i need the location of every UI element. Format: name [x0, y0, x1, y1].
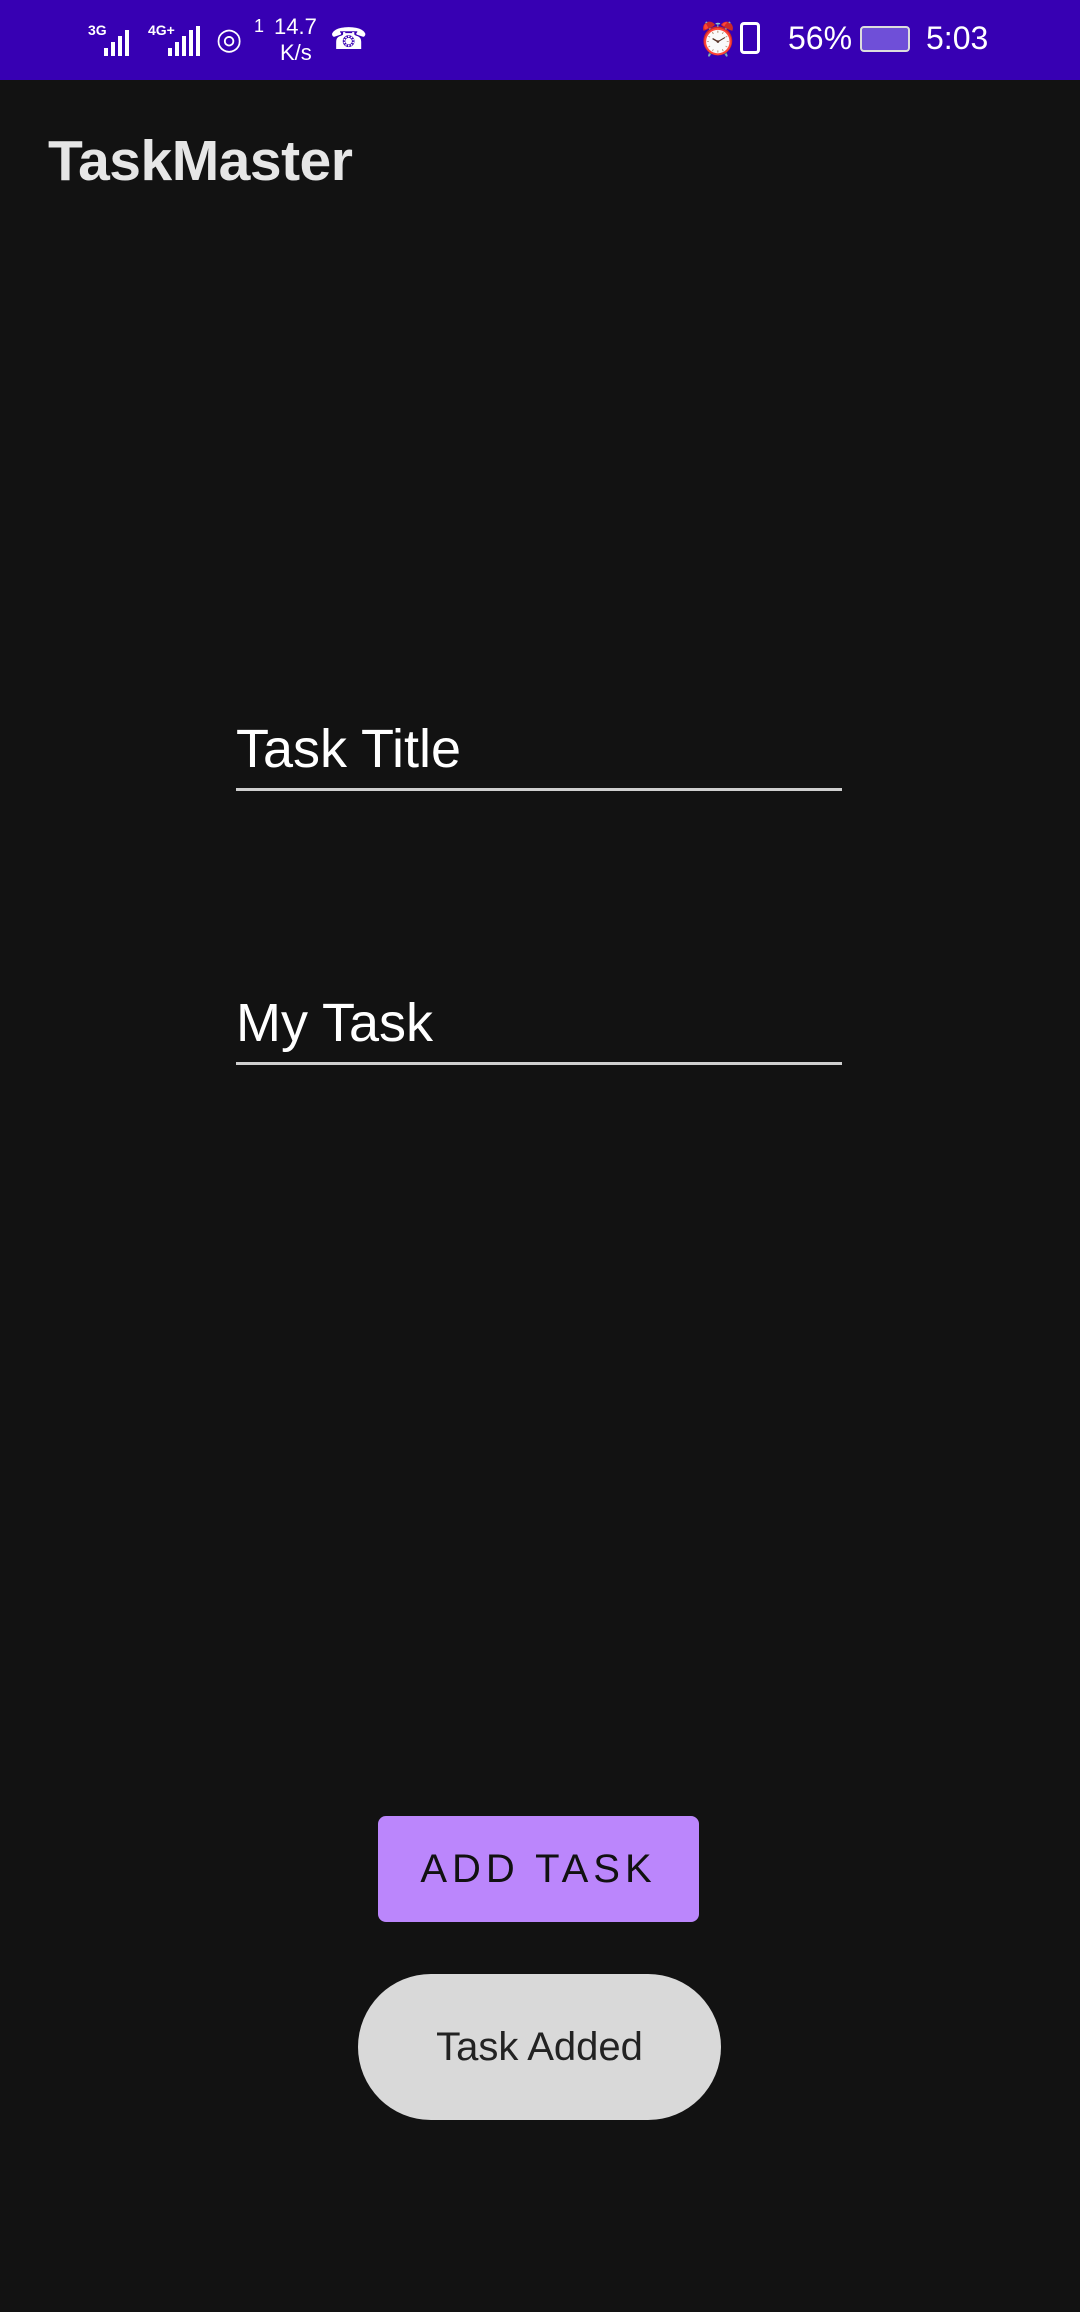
status-bar: 3G 4G+ ◎ 1 14.7 K/s ☎ ⏰ 56% 5:03 — [0, 0, 1080, 80]
task-title-input[interactable] — [236, 718, 842, 791]
clock: 5:03 — [926, 20, 989, 56]
hotspot-icon: ◎ — [216, 23, 243, 56]
signal-icon — [104, 26, 129, 56]
vibrate-icon — [740, 22, 760, 54]
toast-text: Task Added — [436, 2024, 643, 2069]
app-title: TaskMaster — [48, 129, 353, 193]
hotspot-count: 1 — [254, 16, 265, 36]
add-task-button[interactable]: ADD TASK — [378, 1816, 699, 1922]
battery-percent: 56% — [788, 20, 853, 56]
task-description-input[interactable] — [236, 992, 842, 1065]
toast-message: Task Added — [358, 1974, 721, 2120]
battery-charging-icon — [860, 26, 910, 52]
missed-call-icon: ☎ — [330, 23, 368, 56]
signal-icon-2 — [168, 26, 200, 56]
alarm-icon: ⏰ — [698, 21, 738, 57]
network-speed: 14.7 — [274, 14, 317, 39]
network-speed-unit: K/s — [280, 40, 312, 65]
